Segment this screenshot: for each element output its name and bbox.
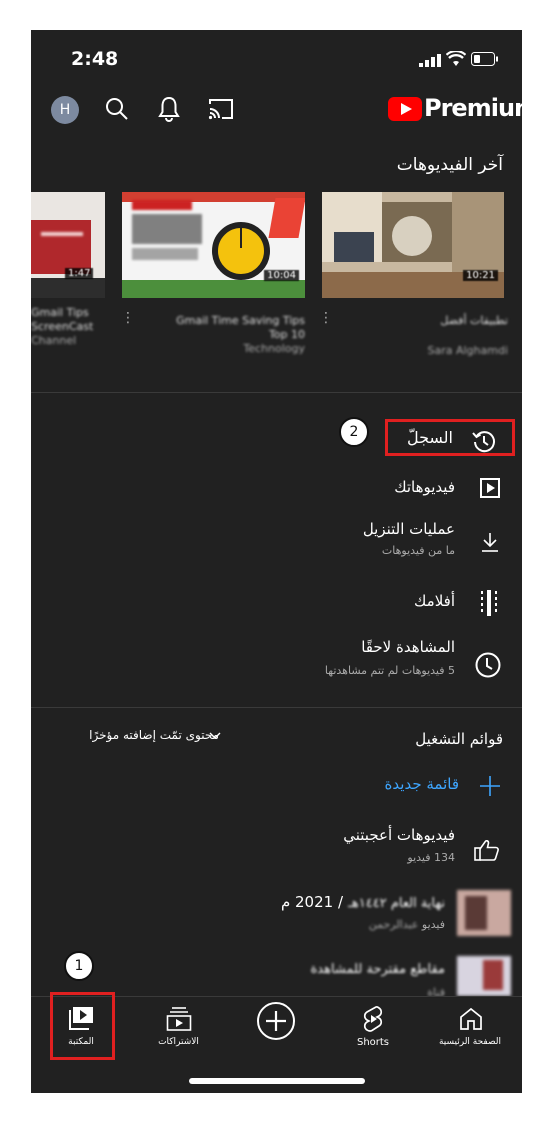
video-channel-1: Channel — [31, 334, 77, 347]
film-icon — [481, 590, 497, 616]
video-title-2[interactable]: Gmail Time Saving Tips Top 10 Technology — [155, 314, 305, 356]
menu-downloads[interactable]: عمليات التنزيل ما من فيديوهات — [331, 520, 511, 570]
shorts-icon — [362, 1005, 384, 1033]
annotation-marker-1: 1 — [64, 951, 94, 981]
playlist-item-title: / 2021 م — [280, 893, 344, 911]
annotation-marker-2: 2 — [339, 417, 369, 447]
menu-your-videos[interactable]: فيديوهاتك — [331, 472, 511, 508]
new-playlist-button[interactable]: قائمة جديدة — [331, 770, 511, 804]
video-title-1[interactable]: Gmail Tips ScreenCast Channel — [31, 306, 107, 348]
search-icon[interactable] — [105, 97, 129, 121]
playlists-title: قوائم التشغيل — [415, 730, 503, 748]
video-title-1-line2: ScreenCast — [31, 320, 94, 333]
video-thumbnail-2[interactable]: 10:04 — [122, 192, 305, 298]
chevron-down-icon — [209, 732, 221, 740]
nav-subscriptions[interactable]: الاشتراكات — [141, 1001, 216, 1057]
play-box-icon — [480, 478, 500, 498]
subscriptions-icon — [166, 1007, 192, 1031]
video-thumbnail-3[interactable]: 10:21 — [322, 192, 504, 298]
premium-brand: Premium — [424, 94, 522, 122]
nav-subscriptions-label: الاشتراكات — [158, 1037, 199, 1047]
nav-home-label: الصفحة الرئيسية — [438, 1037, 502, 1047]
playlist-item[interactable]: مقاطع مقترحة للمشاهدة قناة — [91, 952, 511, 999]
nav-shorts[interactable]: Shorts — [335, 1001, 411, 1057]
video-more-icon-1[interactable]: ⋮ — [121, 310, 135, 326]
playlist-item-2-title: مقاطع مقترحة للمشاهدة — [310, 962, 445, 977]
video-thumbnail-1[interactable]: 1:47 — [31, 192, 105, 298]
menu-watch-later[interactable]: المشاهدة لاحقًا 5 فيديوهات لم تتم مشاهدت… — [291, 638, 511, 690]
watch-later-label: المشاهدة لاحقًا — [361, 638, 455, 656]
divider — [31, 392, 522, 393]
playlist-item-meta-blur: عبدالرحمن — [368, 918, 419, 931]
video-title-2-line1: Gmail Time Saving Tips — [176, 314, 305, 327]
playlist-item[interactable]: نهاية العام ١٤٤٢هـ / 2021 م فيديو عبدالر… — [91, 888, 511, 940]
video-more-icon-2[interactable]: ⋮ — [319, 310, 333, 326]
downloads-subtitle: ما من فيديوهات — [381, 544, 455, 557]
downloads-label: عمليات التنزيل — [362, 520, 455, 538]
playlist-thumbnail — [457, 890, 511, 936]
liked-videos-title: فيديوهات أعجبتني — [343, 826, 455, 844]
video-duration-1: 1:47 — [65, 268, 94, 279]
signal-icon — [419, 54, 441, 67]
video-duration-3: 10:21 — [463, 270, 498, 281]
nav-home[interactable]: الصفحة الرئيسية — [431, 1001, 509, 1057]
playlist-liked-videos[interactable]: فيديوهات أعجبتني 134 فيديو — [291, 824, 511, 876]
status-time: 2:48 — [71, 48, 119, 70]
phone-screen: 2:48 H Premium آخر الفيديوهات 1:47 — [31, 30, 522, 1093]
bell-icon[interactable] — [158, 96, 180, 122]
your-videos-label: فيديوهاتك — [394, 478, 455, 496]
annotation-box-library — [50, 992, 115, 1060]
playlist-item-title-blur: نهاية العام ١٤٤٢هـ — [348, 896, 445, 911]
divider — [31, 707, 522, 708]
video-channel-2: Technology — [243, 342, 305, 355]
video-duration-2: 10:04 — [264, 270, 299, 281]
playlist-thumbnail — [457, 956, 511, 996]
add-circle-icon — [256, 1001, 298, 1041]
create-button[interactable] — [256, 1001, 298, 1043]
playlist-item-meta: فيديو — [421, 918, 445, 931]
video-title-3[interactable]: تطبيقات أفضل Sara Alghamdi — [348, 314, 508, 358]
home-icon — [459, 1007, 483, 1031]
home-indicator — [189, 1078, 365, 1084]
movies-label: أفلامك — [414, 592, 455, 610]
liked-videos-count: 134 فيديو — [407, 851, 455, 864]
nav-shorts-label: Shorts — [356, 1037, 390, 1048]
video-title-3-line1: تطبيقات أفضل — [440, 314, 508, 327]
watch-later-subtitle: 5 فيديوهات لم تتم مشاهدتها — [324, 664, 455, 677]
annotation-box-history — [385, 419, 515, 456]
sort-label: محتوى تمّت إضافته مؤخرًا — [89, 728, 219, 742]
recent-section-title: آخر الفيديوهات — [396, 155, 503, 175]
video-title-2-line2: Top 10 — [268, 328, 305, 341]
thumbs-up-icon — [474, 838, 500, 862]
download-icon — [481, 532, 499, 552]
menu-movies[interactable]: أفلامك — [331, 586, 511, 622]
clock-icon — [475, 652, 501, 678]
cast-icon[interactable] — [208, 98, 234, 120]
playlists-sort-dropdown[interactable]: محتوى تمّت إضافته مؤخرًا — [45, 727, 225, 751]
video-channel-3: Sara Alghamdi — [427, 344, 508, 357]
video-title-1-line1: Gmail Tips — [31, 306, 89, 319]
new-playlist-label: قائمة جديدة — [384, 775, 459, 793]
wifi-icon — [446, 51, 466, 67]
youtube-logo-icon — [388, 97, 422, 121]
battery-icon — [471, 52, 499, 66]
plus-icon — [479, 775, 501, 797]
avatar[interactable]: H — [51, 96, 79, 124]
